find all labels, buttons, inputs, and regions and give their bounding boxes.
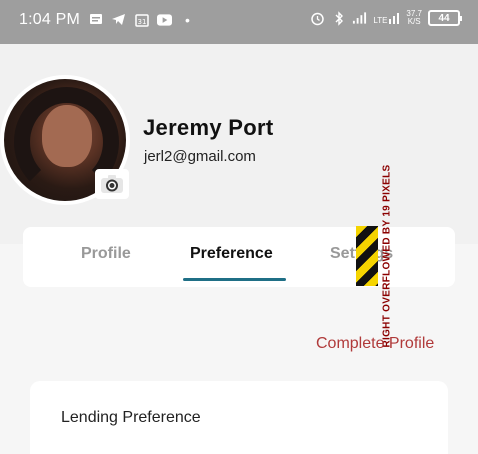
overflow-warning: RIGHT OVERFLOWED BY 19 PIXELS: [380, 165, 394, 348]
battery-level: 44: [438, 12, 450, 24]
status-time: 1:04 PM: [19, 11, 80, 28]
complete-profile-link[interactable]: Complete Profile: [316, 335, 434, 353]
user-email: jerl2@gmail.com: [144, 148, 256, 165]
status-bar: 1:04 PM 31 • LTE 37.7 K/S 44: [0, 0, 478, 44]
battery-icon: 44: [428, 10, 462, 26]
net-speed-unit: K/S: [407, 17, 421, 26]
user-name: Jeremy Port: [143, 115, 274, 140]
profile-header: Jeremy Port jerl2@gmail.com: [0, 44, 478, 244]
calendar-icon: 31: [134, 12, 149, 27]
lte-signal-icon: LTE: [373, 11, 400, 25]
active-tab-indicator: [183, 278, 286, 281]
overflow-warning-text: RIGHT OVERFLOWED BY 19 PIXELS: [381, 164, 393, 348]
alarm-icon: [310, 11, 325, 26]
svg-text:31: 31: [137, 18, 146, 26]
status-icons-right: LTE 37.7 K/S 44: [310, 10, 462, 26]
message-icon: [88, 12, 103, 27]
lending-preference-title: Lending Preference: [61, 409, 201, 426]
camera-icon: [101, 175, 123, 193]
lte-label: LTE: [373, 16, 388, 25]
change-photo-button[interactable]: [95, 169, 129, 199]
net-speed: 37.7 K/S: [406, 10, 422, 26]
tab-profile[interactable]: Profile: [81, 245, 131, 263]
signal-icon: [352, 11, 367, 26]
status-icons-left: 31 •: [88, 11, 195, 28]
overflow-warning-stripe: [356, 226, 378, 286]
avatar-face: [42, 105, 92, 167]
dot-icon: •: [185, 11, 190, 28]
tab-preference[interactable]: Preference: [190, 245, 273, 263]
lending-preference-card[interactable]: Lending Preference: [30, 381, 448, 454]
youtube-icon: [157, 12, 172, 27]
telegram-icon: [111, 12, 126, 27]
bluetooth-icon: [331, 10, 346, 26]
